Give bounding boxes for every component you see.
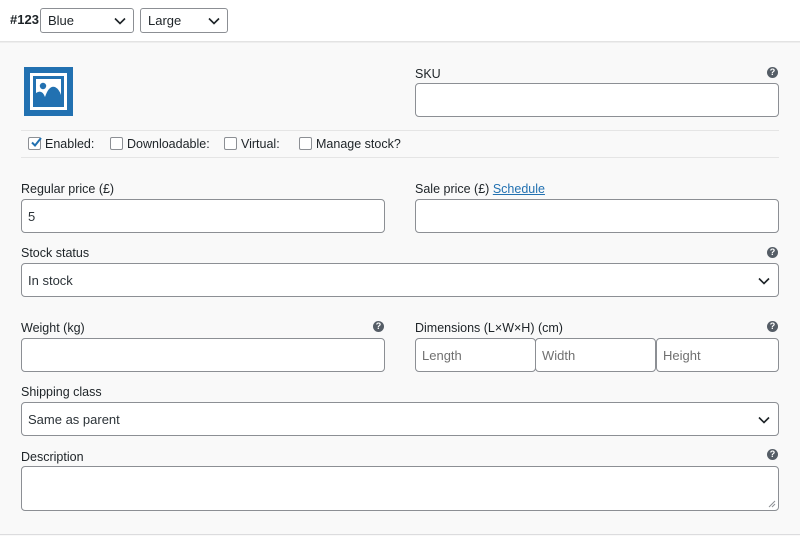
shipping-class-value: Same as parent xyxy=(28,412,120,427)
height-placeholder: Height xyxy=(663,348,701,363)
stock-status-value: In stock xyxy=(28,273,73,288)
help-icon[interactable]: ? xyxy=(373,321,384,332)
attribute-size-select[interactable]: Large xyxy=(140,8,228,33)
length-placeholder: Length xyxy=(422,348,462,363)
enabled-checkbox[interactable] xyxy=(28,137,42,150)
image-placeholder-svg xyxy=(33,76,64,107)
sale-price-label: Sale price (£) Schedule xyxy=(415,182,545,196)
help-icon[interactable]: ? xyxy=(767,247,778,258)
description-label: Description xyxy=(21,450,84,464)
image-placeholder-icon xyxy=(30,73,67,110)
shipping-class-label: Shipping class xyxy=(21,385,102,399)
downloadable-label[interactable]: Downloadable: xyxy=(127,137,210,151)
sale-price-input[interactable] xyxy=(415,199,779,233)
chevron-down-icon xyxy=(758,416,770,424)
variation-header[interactable]: #123 Blue Large xyxy=(0,0,800,42)
sku-label: SKU xyxy=(415,67,441,81)
manage-stock-label[interactable]: Manage stock? xyxy=(316,137,401,151)
divider-top xyxy=(21,130,779,131)
attribute-color-select[interactable]: Blue xyxy=(40,8,134,33)
attribute-color-value: Blue xyxy=(48,13,75,28)
shipping-class-select[interactable]: Same as parent xyxy=(21,402,779,436)
length-input[interactable]: Length xyxy=(415,338,536,372)
attribute-size-value: Large xyxy=(148,13,182,28)
virtual-checkbox[interactable] xyxy=(224,137,237,150)
panel-bottom-border xyxy=(0,534,800,535)
regular-price-label: Regular price (£) xyxy=(21,182,115,196)
width-input[interactable]: Width xyxy=(535,338,656,372)
checkmark-icon xyxy=(31,137,42,147)
weight-input[interactable] xyxy=(21,338,385,372)
help-icon[interactable]: ? xyxy=(767,321,778,332)
resize-grip-icon[interactable] xyxy=(768,500,776,508)
sku-input[interactable] xyxy=(415,83,779,117)
chevron-down-icon xyxy=(208,17,220,25)
width-placeholder: Width xyxy=(542,348,576,363)
description-textarea[interactable] xyxy=(21,466,779,511)
downloadable-checkbox[interactable] xyxy=(110,137,123,150)
chevron-down-icon xyxy=(114,17,126,25)
help-icon[interactable]: ? xyxy=(767,449,778,460)
divider-bottom xyxy=(21,157,779,158)
stock-status-select[interactable]: In stock xyxy=(21,263,779,297)
chevron-down-icon xyxy=(758,277,770,285)
variation-image-button[interactable] xyxy=(24,67,73,116)
variation-id: #123 xyxy=(10,12,39,27)
sale-price-label-text: Sale price (£) xyxy=(415,182,490,196)
dimensions-label: Dimensions (L×W×H) (cm) xyxy=(415,321,563,335)
enabled-label[interactable]: Enabled: xyxy=(45,137,94,151)
height-input[interactable]: Height xyxy=(656,338,779,372)
weight-label: Weight (kg) xyxy=(21,321,85,335)
manage-stock-checkbox[interactable] xyxy=(299,137,312,150)
regular-price-input[interactable]: 5 xyxy=(21,199,385,233)
virtual-label[interactable]: Virtual: xyxy=(241,137,280,151)
stock-status-label: Stock status xyxy=(21,246,90,260)
help-icon[interactable]: ? xyxy=(767,67,778,78)
schedule-link[interactable]: Schedule xyxy=(493,182,545,196)
